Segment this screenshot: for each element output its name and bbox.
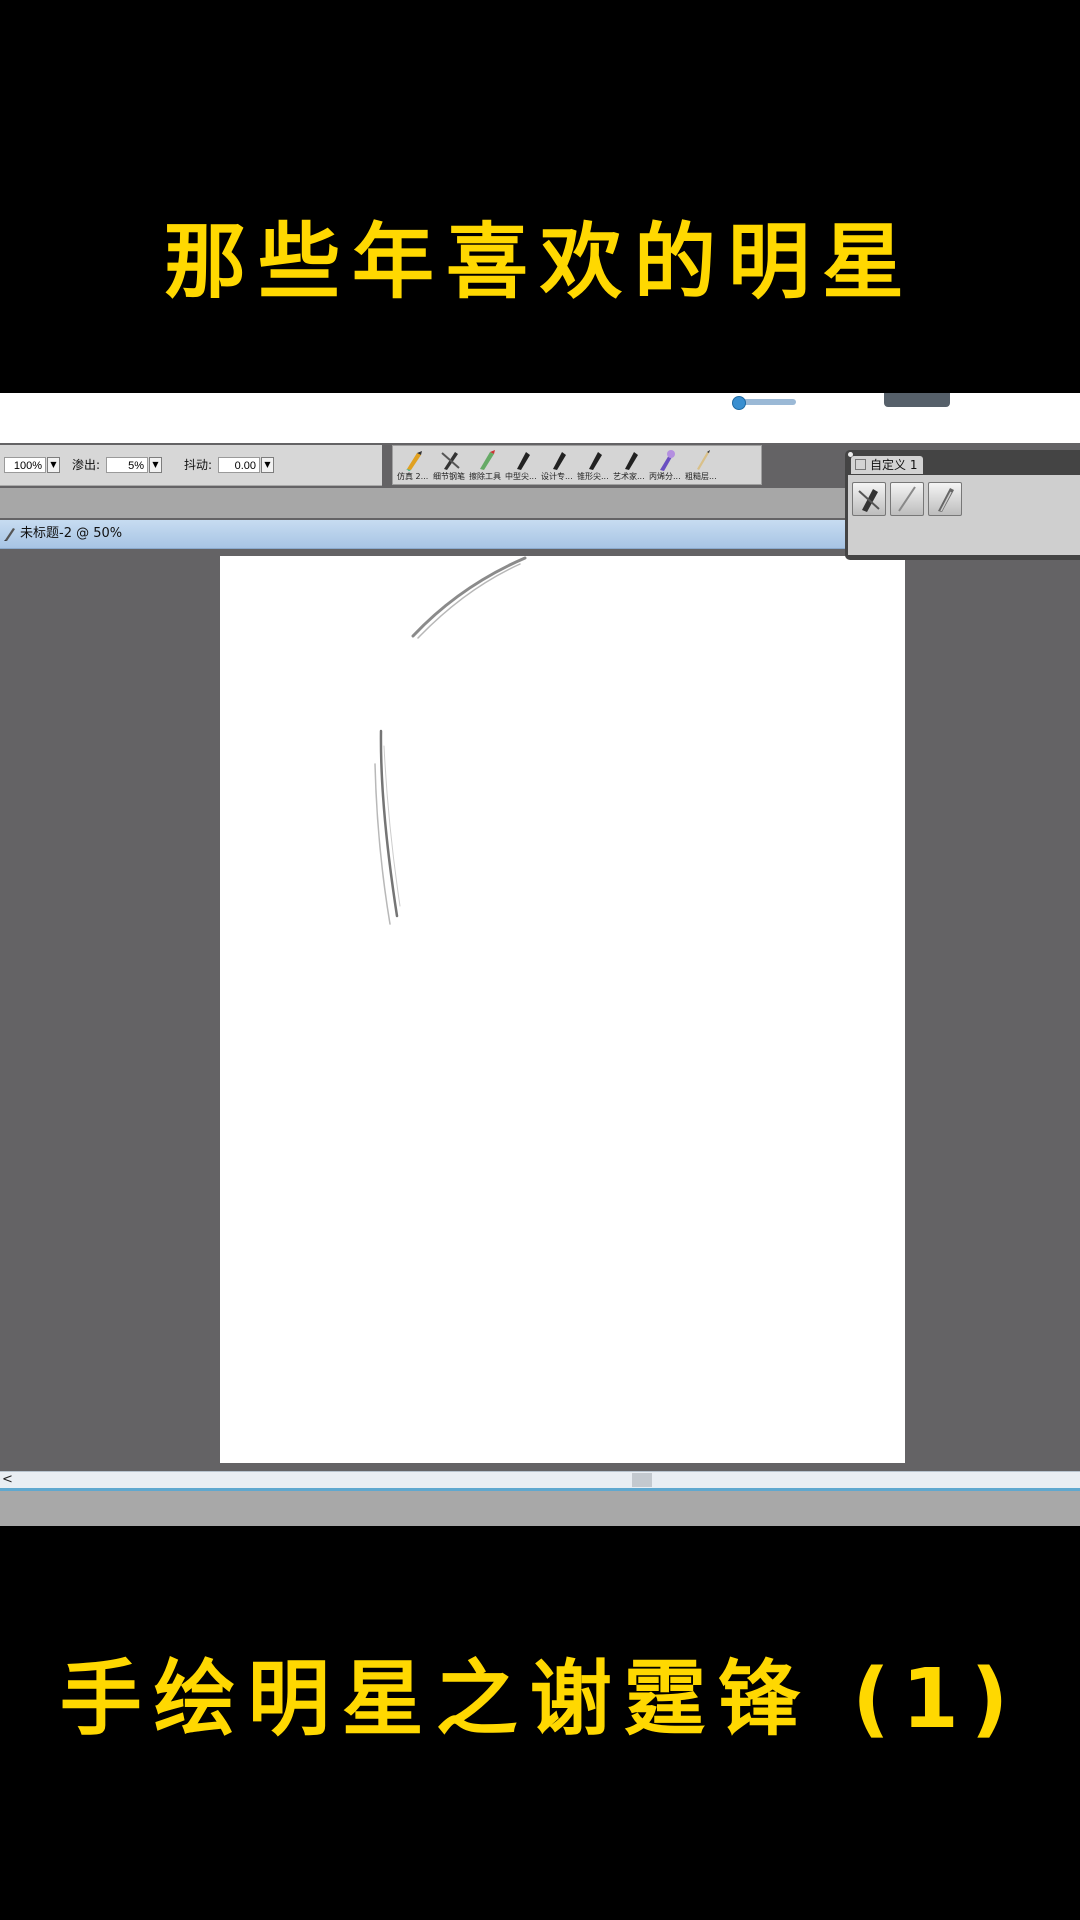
close-icon[interactable] — [855, 459, 866, 470]
brush-item[interactable]: 中型尖... — [505, 449, 539, 483]
brush-label: 细节钢笔 — [433, 472, 465, 481]
scrollbar-thumb[interactable] — [632, 1473, 652, 1487]
brush-label: 锥形尖... — [577, 472, 609, 481]
custom-palette-body — [848, 475, 1080, 555]
nib-icon — [517, 452, 530, 470]
brush-item[interactable]: 艺术家... — [613, 449, 647, 483]
nib-icon — [858, 489, 880, 512]
custom-nib-button[interactable] — [852, 482, 886, 516]
property-bar: 100% ▼ 渗出: 5% ▼ 抖动: 0.00 ▼ — [0, 445, 382, 486]
bleed-label: 渗出: — [72, 458, 101, 472]
custom-brush-button[interactable] — [928, 482, 962, 516]
brush-label: 丙烯分... — [649, 472, 681, 481]
brush-label: 粗糙层... — [685, 472, 717, 481]
opacity-field[interactable]: 100% — [4, 457, 46, 473]
painter-app-window: 100% ▼ 渗出: 5% ▼ 抖动: 0.00 ▼ 仿真 2... 细节钢笔 … — [0, 393, 1080, 1526]
size-slider-track[interactable] — [740, 399, 796, 405]
brush-label: 艺术家... — [613, 472, 645, 481]
document-title-bar[interactable]: 未标题-2 @ 50% — [0, 520, 850, 549]
drawing-canvas[interactable] — [220, 556, 905, 1463]
brush-item[interactable]: 丙烯分... — [649, 449, 683, 483]
brush-label: 仿真 2... — [397, 472, 429, 481]
brush-item[interactable]: 仿真 2... — [397, 449, 431, 483]
jitter-field[interactable]: 0.00 — [218, 457, 260, 473]
brush-item[interactable]: 粗糙层... — [685, 449, 719, 483]
opacity-dropdown-arrow[interactable]: ▼ — [47, 457, 60, 473]
scroll-left-arrow[interactable]: < — [2, 1472, 13, 1487]
custom-palette-panel: 自定义 1 — [845, 450, 1080, 560]
brush-label: 中型尖... — [505, 472, 537, 481]
brush-library-bar: 仿真 2... 细节钢笔 擦除工具 中型尖... 设计专... 锥形尖... 艺… — [392, 445, 762, 485]
toolbar-spacer — [0, 488, 845, 518]
document-icon — [4, 528, 15, 541]
pencil-line-icon — [898, 486, 916, 512]
nib-icon — [625, 452, 638, 470]
pen-icon — [441, 452, 460, 470]
acrylic-brush-icon — [660, 450, 675, 471]
brush-item[interactable]: 擦除工具 — [469, 449, 503, 483]
brush-item[interactable]: 细节钢笔 — [433, 449, 467, 483]
custom-palette-title: 自定义 1 — [870, 458, 918, 472]
color-well[interactable] — [884, 393, 950, 407]
bottom-panel — [0, 1491, 1080, 1526]
sketch-strokes — [374, 556, 527, 925]
nib-icon — [589, 452, 602, 470]
brush-item[interactable]: 锥形尖... — [577, 449, 611, 483]
jitter-label: 抖动: — [184, 458, 213, 472]
brush-label: 擦除工具 — [469, 472, 501, 481]
colored-pencil-icon — [406, 451, 422, 471]
brush-icon — [938, 488, 954, 512]
document-title: 未标题-2 @ 50% — [20, 526, 123, 541]
horizontal-scrollbar[interactable]: < — [0, 1471, 1080, 1488]
eraser-icon — [480, 450, 495, 470]
top-caption: 那些年喜欢的明星 — [163, 215, 916, 310]
bottom-caption: 手绘明星之谢霆锋 (1) — [59, 1652, 1021, 1747]
bleed-field[interactable]: 5% — [106, 457, 148, 473]
brush-item[interactable]: 设计专... — [541, 449, 575, 483]
jitter-dropdown-arrow[interactable]: ▼ — [261, 457, 274, 473]
bleed-dropdown-arrow[interactable]: ▼ — [149, 457, 162, 473]
custom-palette-tab[interactable]: 自定义 1 — [851, 456, 924, 474]
pencil-icon — [697, 450, 710, 470]
nib-icon — [553, 452, 566, 470]
custom-pencil-button[interactable] — [890, 482, 924, 516]
top-toolbar-strip — [0, 393, 1080, 443]
size-slider-knob[interactable] — [732, 396, 746, 410]
brush-label: 设计专... — [541, 472, 573, 481]
